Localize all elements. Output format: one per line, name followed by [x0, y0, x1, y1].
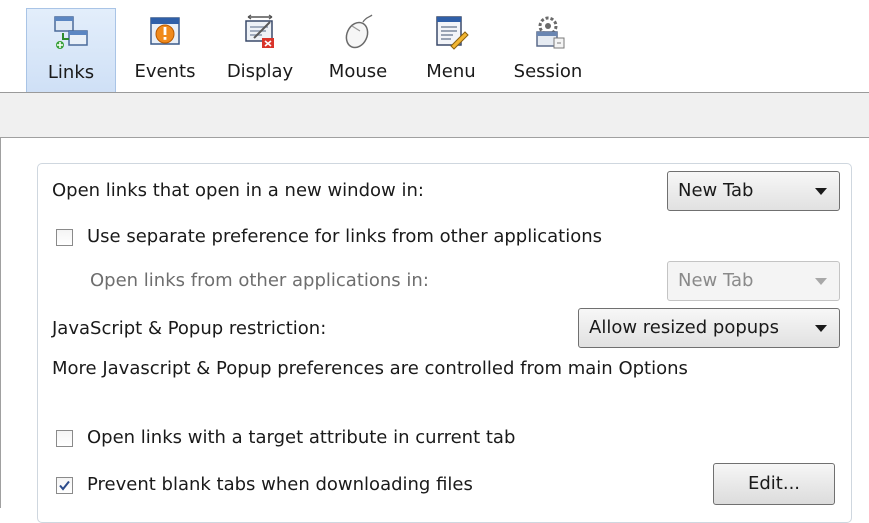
tab-mouse[interactable]: Mouse	[315, 8, 401, 92]
selected-value: New Tab	[678, 270, 754, 291]
new-window-target-select[interactable]: New Tab	[667, 171, 840, 211]
popup-restriction-label: JavaScript & Popup restriction:	[52, 318, 327, 339]
chevron-down-icon	[815, 278, 827, 285]
chevron-down-icon	[815, 325, 827, 332]
display-icon	[245, 14, 274, 48]
target-attribute-checkbox[interactable]	[56, 430, 73, 447]
tab-display[interactable]: Display	[218, 8, 302, 92]
tab-label: Session	[513, 61, 583, 82]
links-icon	[54, 16, 88, 49]
target-attribute-label: Open links with a target attribute in cu…	[87, 427, 516, 448]
check-mark-icon	[59, 480, 70, 491]
new-window-label: Open links that open in a new window in:	[52, 180, 424, 201]
tab-label: Events	[134, 61, 196, 82]
menu-icon	[436, 16, 469, 50]
selected-value: New Tab	[678, 180, 754, 201]
chevron-down-icon	[815, 188, 827, 195]
tab-events[interactable]: Events	[122, 8, 208, 92]
prevent-blank-tabs-checkbox[interactable]	[56, 477, 73, 494]
prevent-blank-tabs-label: Prevent blank tabs when downloading file…	[87, 474, 473, 495]
mouse-icon	[345, 14, 373, 49]
session-icon	[536, 16, 565, 49]
other-apps-label: Open links from other applications in:	[90, 270, 429, 291]
tab-links[interactable]: Links	[26, 8, 116, 92]
tab-label: Links	[47, 62, 95, 83]
edit-button[interactable]: Edit...	[713, 463, 835, 505]
separate-pref-checkbox[interactable]	[56, 229, 73, 246]
popup-restriction-select[interactable]: Allow resized popups	[578, 308, 840, 348]
tab-session[interactable]: Session	[506, 8, 590, 92]
tab-label: Mouse	[328, 61, 388, 82]
popup-note: More Javascript & Popup preferences are …	[52, 358, 688, 379]
tab-label: Display	[226, 61, 294, 82]
separate-pref-label: Use separate preference for links from o…	[87, 226, 602, 247]
other-apps-target-select[interactable]: New Tab	[667, 261, 840, 301]
tab-menu[interactable]: Menu	[414, 8, 488, 92]
options-toolbar: Links Events Display Mouse Menu Session	[0, 0, 869, 93]
toolbar-separator-band	[0, 93, 869, 137]
selected-value: Allow resized popups	[589, 317, 779, 338]
tab-label: Menu	[426, 61, 476, 82]
events-icon	[150, 17, 180, 45]
